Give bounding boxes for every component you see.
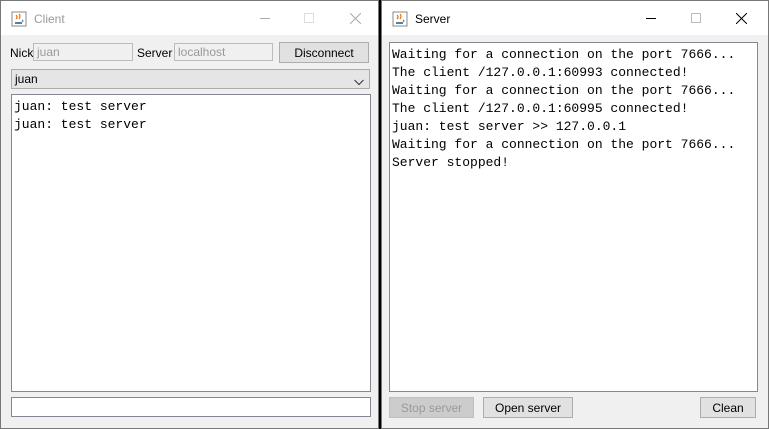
server-titlebar[interactable]: Server <box>382 1 768 35</box>
client-window-title: Client <box>34 12 65 26</box>
log-line: Waiting for a connection on the port 766… <box>392 47 736 62</box>
recipient-selected: juan <box>15 72 38 86</box>
chevron-down-icon <box>354 75 364 89</box>
chat-message: juan: test server <box>14 99 147 114</box>
log-line: Server stopped! <box>392 155 510 170</box>
log-line: The client /127.0.0.1:60993 connected! <box>392 65 689 80</box>
close-icon[interactable] <box>332 1 378 35</box>
server-window-title: Server <box>415 12 451 26</box>
server-label: Server <box>137 46 173 60</box>
client-window: Client Nick juan Server localhost Discon… <box>0 0 379 429</box>
server-log-area[interactable]: Waiting for a connection on the port 766… <box>389 42 758 392</box>
close-icon[interactable] <box>718 1 764 35</box>
open-server-button[interactable]: Open server <box>483 397 573 418</box>
log-line: juan: test server >> 127.0.0.1 <box>392 119 627 134</box>
chat-message: juan: test server <box>14 117 147 132</box>
minimize-icon[interactable] <box>628 1 674 35</box>
log-line: Waiting for a connection on the port 766… <box>392 83 736 98</box>
minimize-icon[interactable] <box>242 1 288 35</box>
maximize-icon[interactable] <box>673 1 719 35</box>
nick-label: Nick <box>10 46 34 60</box>
clean-button[interactable]: Clean <box>700 397 756 418</box>
chat-messages-area[interactable]: juan: test server juan: test server <box>11 94 371 392</box>
nick-field[interactable]: juan <box>33 43 133 61</box>
disconnect-button[interactable]: Disconnect <box>279 42 369 63</box>
client-titlebar[interactable]: Client <box>1 1 378 35</box>
log-line: Waiting for a connection on the port 766… <box>392 137 736 152</box>
java-coffee-cup-icon <box>392 11 408 27</box>
recipient-dropdown[interactable]: juan <box>11 69 370 89</box>
server-field[interactable]: localhost <box>174 43 273 61</box>
stop-server-button[interactable]: Stop server <box>389 397 474 418</box>
server-window: Server Waiting for a connection on the p… <box>381 0 769 429</box>
message-input[interactable] <box>11 397 371 417</box>
log-line: The client /127.0.0.1:60995 connected! <box>392 101 689 116</box>
java-coffee-cup-icon <box>11 11 27 27</box>
maximize-icon[interactable] <box>286 1 332 35</box>
